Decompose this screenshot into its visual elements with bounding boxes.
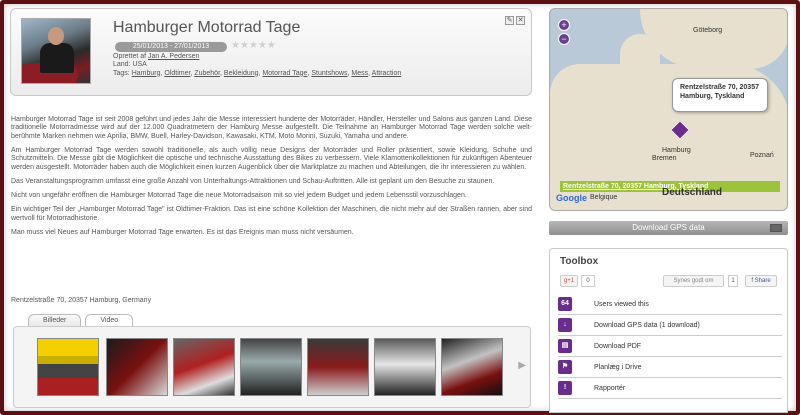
- tag-list: Tags: Hamburg, Oldtimer, Zubehör, Beklei…: [113, 69, 402, 77]
- event-meta: Oprettet af Jan A. Pedersen Land: USA Ta…: [113, 53, 401, 78]
- zoom-in-icon[interactable]: +: [558, 19, 570, 31]
- gallery-thumb[interactable]: [240, 338, 302, 396]
- description-paragraph: Am Hamburger Motorrad Tage werden sowohl…: [11, 147, 532, 171]
- zoom-out-icon[interactable]: −: [558, 33, 570, 45]
- pdf-icon: ▤: [558, 339, 572, 353]
- tool-item-report[interactable]: ! Rapportér: [558, 378, 782, 399]
- tag-link[interactable]: Attraction: [372, 70, 402, 77]
- like-count: 1: [728, 275, 738, 287]
- map-city-label: Bremen: [652, 155, 677, 162]
- popup-line: Rentzelstraße 70, 20357: [680, 84, 759, 91]
- tag-link[interactable]: Motorrad Tage: [262, 70, 307, 77]
- map-land: [620, 34, 660, 94]
- gallery-next-arrow-icon[interactable]: ▶: [518, 360, 526, 371]
- toolbox-title: Toolbox: [560, 256, 599, 267]
- toolbox: Toolbox g+1 0 Synes godt om 1 f Share 64…: [549, 248, 788, 413]
- zoom-controls: + −: [558, 19, 570, 45]
- page-title: Hamburger Motorrad Tage: [113, 19, 301, 36]
- event-description: Hamburger Motorrad Tage ist seit 2008 ge…: [11, 116, 532, 243]
- created-label: Oprettet af: [113, 53, 147, 60]
- country-line: Land: USA: [113, 61, 147, 69]
- tool-item-views[interactable]: 64 Users viewed this: [558, 294, 782, 315]
- tags-label: Tags:: [113, 69, 130, 77]
- tag-link[interactable]: Hamburg: [132, 70, 161, 77]
- description-paragraph: Hamburger Motorrad Tage ist seit 2008 ge…: [11, 116, 532, 140]
- rider-body-shape: [40, 43, 74, 73]
- event-address: Rentzelstraße 70, 20357 Hamburg, Germany: [11, 297, 152, 304]
- download-icon: ↓: [558, 318, 572, 332]
- tool-item-plan-drive[interactable]: ⚑ Planlæg i Drive: [558, 357, 782, 378]
- gps-device-icon: [770, 224, 782, 232]
- tag-link[interactable]: Zubehör: [194, 70, 220, 77]
- like-button[interactable]: Synes godt om: [663, 275, 724, 287]
- map[interactable]: + − Göteborg Hamburg Bremen Poznań Belgi…: [549, 8, 788, 211]
- map-city-label: Poznań: [750, 152, 774, 159]
- tag-link[interactable]: Oldtimer: [164, 70, 190, 77]
- rating-stars[interactable]: ★★★★★: [231, 40, 276, 51]
- description-paragraph: Ein wichtiger Teil der „Hamburger Motorr…: [11, 206, 532, 222]
- description-paragraph: Das Veranstaltungsprogramm umfasst eine …: [11, 178, 495, 186]
- gallery-thumb[interactable]: [106, 338, 168, 396]
- tool-item-label: Download GPS data (1 download): [594, 321, 700, 329]
- creator-link[interactable]: Jan A. Pedersen: [148, 53, 199, 60]
- rider-head-shape: [48, 27, 64, 45]
- tool-item-label: Rapportér: [594, 384, 626, 392]
- tool-item-label: Planlæg i Drive: [594, 363, 642, 371]
- date-badge: 25/01/2013 - 27/01/2013: [115, 42, 227, 52]
- gallery-thumb[interactable]: [37, 338, 99, 396]
- image-gallery: ▶: [13, 326, 531, 408]
- sidebar: + − Göteborg Hamburg Bremen Poznań Belgi…: [549, 8, 789, 413]
- download-gps-label: Download GPS data: [632, 223, 705, 232]
- tool-list: 64 Users viewed this ↓ Download GPS data…: [558, 294, 782, 399]
- warning-icon: !: [558, 381, 572, 395]
- tool-item-download-pdf[interactable]: ▤ Download PDF: [558, 336, 782, 357]
- map-city-label: Belgique: [590, 194, 618, 201]
- gallery-thumb[interactable]: [173, 338, 235, 396]
- tool-item-download-gps[interactable]: ↓ Download GPS data (1 download): [558, 315, 782, 336]
- tool-item-label: Users viewed this: [594, 300, 649, 308]
- google-plus-count: 0: [581, 275, 595, 287]
- google-logo: Google: [556, 193, 587, 203]
- map-city-label: Hamburg: [662, 147, 691, 154]
- social-bar: g+1 0 Synes godt om 1 f Share: [560, 275, 780, 289]
- edit-controls: ✎ ✕: [505, 16, 525, 25]
- gallery-thumb[interactable]: [374, 338, 436, 396]
- map-city-label: Göteborg: [693, 27, 723, 34]
- gallery-thumb[interactable]: [441, 338, 503, 396]
- popup-line: Hamburg, Tyskland: [680, 93, 745, 100]
- event-avatar[interactable]: [21, 18, 91, 84]
- pencil-icon[interactable]: ✎: [505, 16, 514, 25]
- tag-link[interactable]: Bekleidung: [224, 70, 259, 77]
- tag-link[interactable]: Stuntshows: [311, 70, 347, 77]
- tag-link[interactable]: Mess: [351, 70, 368, 77]
- map-popup: Rentzelstraße 70, 20357 Hamburg, Tysklan…: [672, 78, 768, 112]
- download-gps-button[interactable]: Download GPS data: [549, 221, 788, 235]
- tool-item-label: Download PDF: [594, 342, 642, 350]
- description-paragraph: Man muss viel Neues auf Hamburger Motorr…: [11, 229, 354, 237]
- description-paragraph: Nicht von ungefähr eröffnen die Hamburge…: [11, 192, 467, 200]
- event-header: Hamburger Motorrad Tage 25/01/2013 - 27/…: [10, 8, 532, 96]
- google-plus-button[interactable]: g+1: [560, 275, 578, 287]
- facebook-share-button[interactable]: f Share: [745, 275, 777, 287]
- route-icon: ⚑: [558, 360, 572, 374]
- views-count-icon: 64: [558, 297, 572, 311]
- map-land: [640, 9, 787, 69]
- event-main: Hamburger Motorrad Tage 25/01/2013 - 27/…: [10, 8, 534, 408]
- close-icon[interactable]: ✕: [516, 16, 525, 25]
- gallery-thumb[interactable]: [307, 338, 369, 396]
- map-country-label: Deutschland: [662, 187, 723, 198]
